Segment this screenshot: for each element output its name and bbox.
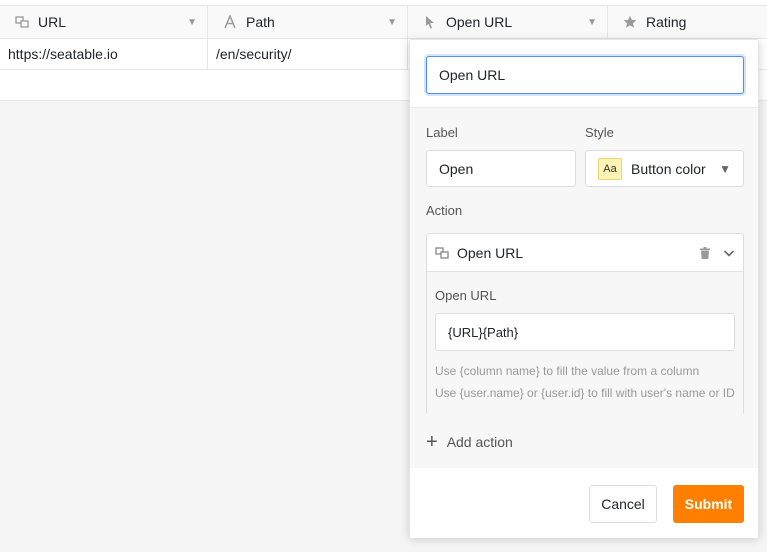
hint-text: Use {user.name} or {user.id} to fill wit… <box>435 386 735 400</box>
add-action-button[interactable]: + Add action <box>426 432 513 452</box>
button-column-icon <box>422 14 438 30</box>
caret-down-icon[interactable]: ▼ <box>387 17 397 28</box>
action-card-body: Open URL Use {column name} to fill the v… <box>427 272 743 416</box>
action-title: Open URL <box>457 244 524 261</box>
action-card: Open URL Open URL Use {column name} to f… <box>426 233 744 416</box>
popover-footer: Cancel Submit <box>410 468 758 538</box>
popover-header <box>410 40 758 108</box>
add-action-label: Add action <box>446 434 513 450</box>
cell-path[interactable]: /en/security/ <box>208 39 408 69</box>
column-header-open-url[interactable]: Open URL ▼ <box>408 6 608 38</box>
column-name-input[interactable] <box>426 56 744 94</box>
popover-body: Label Style Aa Button color ▼ Action Ope… <box>410 108 758 468</box>
column-header-label: Rating <box>646 14 687 30</box>
caret-down-icon[interactable]: ▼ <box>587 17 597 28</box>
column-header-path[interactable]: Path ▼ <box>208 6 408 38</box>
url-action-icon <box>435 246 449 260</box>
action-card-header[interactable]: Open URL <box>427 234 743 272</box>
style-select-value: Button color <box>631 160 706 177</box>
label-field-label: Label <box>426 125 458 140</box>
style-field-label: Style <box>585 125 614 140</box>
column-header-label: URL <box>38 14 67 30</box>
column-header-label: Path <box>246 14 275 30</box>
button-label-input[interactable] <box>426 150 576 187</box>
column-header-url[interactable]: URL ▼ <box>0 6 208 38</box>
color-badge: Aa <box>598 157 622 180</box>
caret-down-icon: ▼ <box>719 161 731 176</box>
plus-icon: + <box>426 431 438 453</box>
hint-text: Use {column name} to fill the value from… <box>435 364 700 378</box>
cancel-button[interactable]: Cancel <box>589 485 657 523</box>
open-url-field-label: Open URL <box>435 288 497 303</box>
trash-icon[interactable] <box>699 246 711 259</box>
chevron-down-icon[interactable] <box>723 247 735 259</box>
column-header-row: URL ▼ Path ▼ Open URL ▼ Rating <box>0 5 767 39</box>
column-settings-popover: Label Style Aa Button color ▼ Action Ope… <box>409 39 759 538</box>
caret-down-icon[interactable]: ▼ <box>187 17 197 28</box>
url-column-icon <box>14 14 30 30</box>
url-template-input[interactable] <box>435 313 735 351</box>
submit-button[interactable]: Submit <box>673 485 744 523</box>
column-header-rating[interactable]: Rating <box>608 6 767 38</box>
star-icon <box>622 14 638 30</box>
text-column-icon <box>222 14 238 30</box>
action-section-label: Action <box>426 203 463 218</box>
style-select[interactable]: Aa Button color ▼ <box>585 150 744 187</box>
cell-url[interactable]: https://seatable.io <box>0 39 208 69</box>
column-header-label: Open URL <box>446 14 513 30</box>
